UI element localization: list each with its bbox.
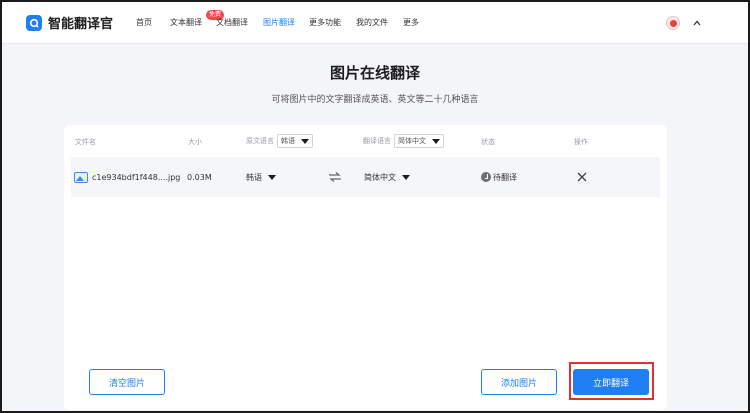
caret-down-icon [268,174,276,180]
swap-languages-icon[interactable] [328,157,342,197]
target-language-value: 简体中文 [364,172,396,182]
clock-icon [481,172,491,182]
caret-down-icon [402,174,410,180]
column-header-file-name: 文件名 [75,138,96,146]
column-header-target-language: 翻译语言 简体中文 [363,134,444,148]
file-size: 0.03M [187,172,212,182]
source-language-value: 韩语 [246,172,262,182]
nav-item-text-translate[interactable]: 文本翻译 免费 [170,2,225,44]
clear-images-button[interactable]: 清空图片 [89,369,165,395]
page-subtitle: 可将图片中的文字翻译成英语、英文等二十几种语言 [271,95,479,105]
caret-down-icon [301,138,309,144]
status-text: 待翻译 [493,172,517,182]
logo-icon [26,14,42,31]
column-header-size: 大小 [188,138,202,146]
target-language-select[interactable]: 简体中文 [364,157,410,197]
source-language-bulk-select[interactable]: 韩语 [277,134,313,148]
source-language-bulk-value: 韩语 [281,137,295,145]
nav-item-more[interactable]: 更多 [403,2,419,44]
target-language-bulk-value: 简体中文 [398,137,426,145]
avatar-icon [669,19,677,27]
chevron-up-icon[interactable] [692,18,702,28]
file-list-card: 文件名 大小 原文语言 韩语 翻译语言 简体中文 状态 操作 c1e934bdf… [64,125,667,410]
translate-now-button[interactable]: 立即翻译 [573,369,649,395]
file-name-cell: c1e934bdf1f448....jpg [74,157,180,197]
nav-item-document-translate[interactable]: 文档翻译 [216,2,248,44]
top-header: 智能翻译官 首页 文本翻译 免费 文档翻译 图片翻译 更多功能 我的文件 更多 [2,2,748,44]
app-name: 智能翻译官 [48,17,114,32]
caret-down-icon [432,138,440,144]
nav-item-more-features[interactable]: 更多功能 [309,2,341,44]
nav-item-label: 文本翻译 [170,18,202,27]
column-header-action: 操作 [574,138,588,146]
table-row: c1e934bdf1f448....jpg 0.03M 韩语 简体中文 待翻译 [71,157,660,197]
app-logo[interactable]: 智能翻译官 [26,13,113,32]
source-language-select[interactable]: 韩语 [246,157,276,197]
close-icon [577,172,587,182]
image-file-icon [74,171,88,183]
page-title: 图片在线翻译 [329,64,420,82]
user-avatar[interactable] [666,16,680,30]
source-language-label: 原文语言 [246,137,274,145]
nav-item-my-files[interactable]: 我的文件 [356,2,388,44]
column-header-status: 状态 [481,138,495,146]
target-language-label: 翻译语言 [363,137,391,145]
nav-item-home[interactable]: 首页 [136,2,152,44]
target-language-bulk-select[interactable]: 简体中文 [394,134,444,148]
file-name: c1e934bdf1f448....jpg [92,172,181,182]
add-image-button[interactable]: 添加图片 [481,369,557,395]
column-header-source-language: 原文语言 韩语 [246,134,313,148]
nav-item-image-translate[interactable]: 图片翻译 [263,2,295,44]
delete-file-button[interactable] [577,157,587,197]
status-cell: 待翻译 [481,157,517,197]
